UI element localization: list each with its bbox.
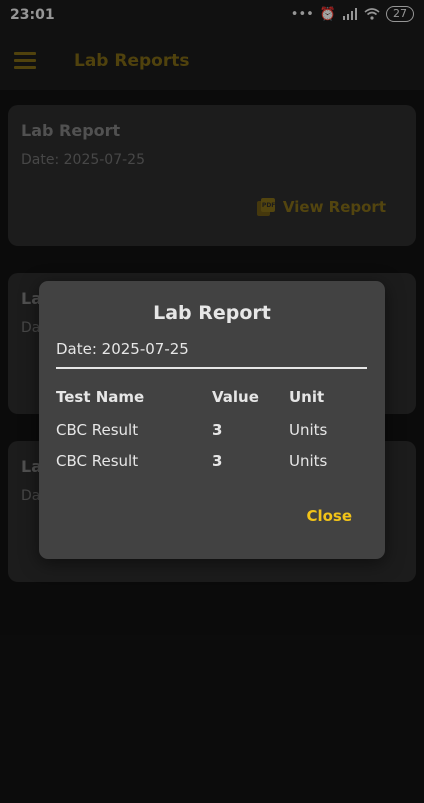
dialog-title: Lab Report	[153, 302, 271, 324]
dialog-divider	[56, 367, 367, 369]
column-header-unit: Unit	[289, 388, 325, 406]
cell-unit: Units	[289, 452, 328, 470]
cell-value: 3	[212, 421, 223, 439]
lab-report-dialog: Lab Report Date: 2025-07-25 Test Name Va…	[39, 281, 385, 559]
dialog-date: Date: 2025-07-25	[56, 340, 189, 358]
cell-test-name: CBC Result	[56, 421, 139, 439]
cell-test-name: CBC Result	[56, 452, 139, 470]
column-header-value: Value	[212, 388, 259, 406]
column-header-test-name: Test Name	[56, 388, 145, 406]
cell-unit: Units	[289, 421, 328, 439]
cell-value: 3	[212, 452, 223, 470]
close-button[interactable]: Close	[306, 507, 352, 525]
